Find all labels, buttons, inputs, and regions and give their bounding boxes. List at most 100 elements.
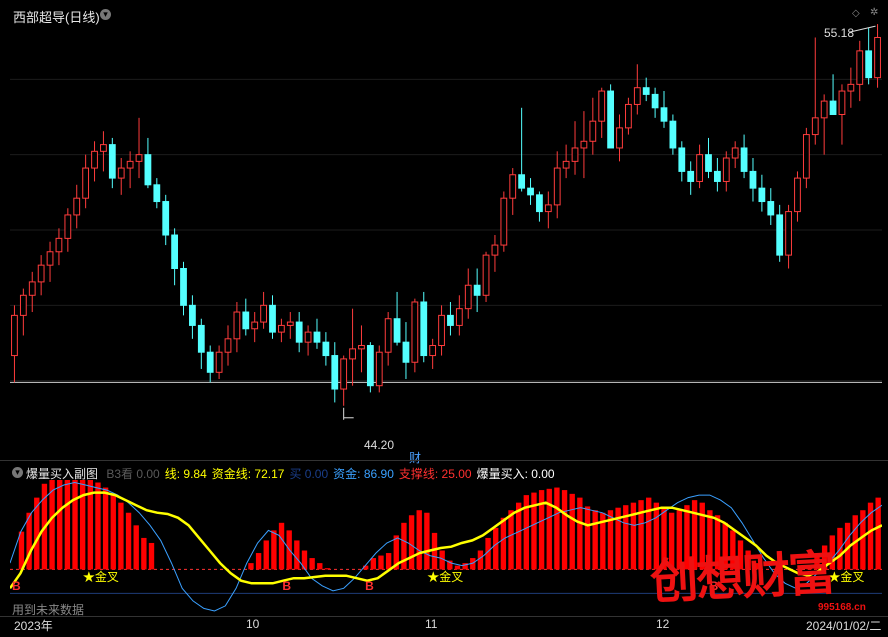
candle [384,312,392,366]
candle [64,208,72,252]
volume-bar [317,563,323,570]
candle [527,178,534,205]
candle [749,158,757,202]
volume-bar [378,555,384,570]
candle [740,134,748,179]
candle [402,322,410,379]
candle [429,338,437,369]
candle [544,191,552,229]
candle [277,318,285,343]
candle [224,325,232,366]
legend-item: 资金: 86.90 [333,467,394,481]
volume-bar [454,565,461,570]
volume-bar [102,487,109,570]
candle [46,241,54,282]
candle [518,107,526,192]
gold-cross-label: ★金叉 [83,569,119,584]
candle [11,305,18,383]
volume-bar [638,500,644,570]
candle [776,204,784,262]
candlestick-chart[interactable] [10,4,882,456]
candle [713,158,721,192]
candle [349,308,356,386]
buy-marker: B [365,579,374,593]
candle [242,298,250,336]
candle [562,144,570,179]
volume-bar [493,527,499,570]
x-axis-label-dec: 12 [656,617,670,631]
candle [794,171,801,222]
candle [358,325,365,373]
candle [135,117,143,179]
candle [197,318,205,369]
candle [580,111,588,179]
volume-bar [416,510,422,570]
volume-bar [263,540,269,570]
candle [651,87,659,118]
volume-bar [148,542,155,570]
legend-item: 买 0.00 [289,467,329,481]
candle [625,97,632,135]
gold-cross-label: ★金叉 [427,569,463,584]
candle [571,121,579,175]
candle [536,191,543,222]
candle [171,228,179,286]
candle [847,67,855,108]
candle [55,228,63,266]
candle [758,174,766,212]
candle [722,151,730,192]
candle [838,84,846,145]
event-marker[interactable]: 财 [409,449,421,466]
volume-bar [630,502,637,570]
candle [322,332,330,366]
x-axis-label-year: 2023年 [14,619,53,633]
candle [731,141,739,169]
candle [73,184,81,229]
chevron-down-icon[interactable]: ▾ [12,467,23,478]
candle [455,295,463,336]
volume-bar [255,553,262,570]
high-price-label: 55.18 [824,26,855,40]
candle [126,151,134,189]
volume-bar [554,487,560,570]
candle [313,318,321,349]
volume-bar [309,558,315,570]
candle [366,342,374,393]
candle [633,64,641,115]
candle [82,154,90,209]
volume-bar [118,502,124,570]
volume-bar [500,517,507,570]
candle [785,204,792,269]
legend-item: 爆量买入: 0.00 [476,467,555,481]
volume-bar [569,493,575,570]
volume-bar [125,512,132,570]
candle [153,178,161,209]
candle [660,91,668,128]
volume-bar [110,493,116,570]
candle [447,301,454,336]
candle [491,235,499,272]
candle [669,114,677,155]
volume-bar [592,510,598,570]
volume-bar [408,515,415,570]
candle [286,312,294,339]
volume-bar [64,480,71,570]
candle [705,137,712,179]
candle [607,84,615,149]
candle [874,24,881,88]
candle [411,298,419,373]
candle [856,40,864,102]
candle [811,37,819,145]
candle [162,194,170,246]
volume-bar [370,558,377,570]
candle [642,77,650,102]
volume-bar [561,490,568,570]
legend-item: B3看 0.00 [106,467,160,481]
x-axis-label-nov: 11 [425,617,438,631]
candle [260,291,267,329]
candle [375,345,383,393]
candle [438,305,445,356]
candle [509,168,517,215]
candle [420,291,428,363]
candle [687,161,695,195]
